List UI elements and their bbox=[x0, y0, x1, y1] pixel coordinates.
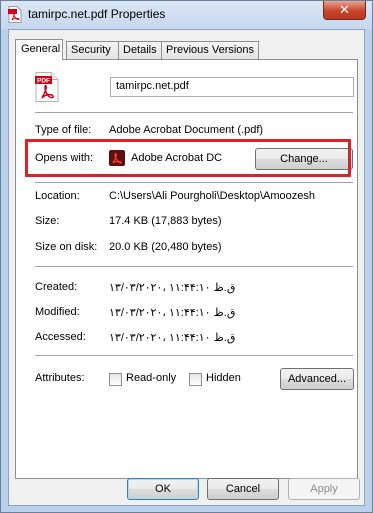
title-bar[interactable]: tamirpc.net.pdf Properties ✕ bbox=[1, 1, 372, 29]
pdf-file-icon bbox=[8, 6, 22, 23]
opens-with-highlight bbox=[25, 139, 351, 177]
divider bbox=[35, 182, 353, 184]
created-label: Created: bbox=[35, 281, 78, 293]
general-tab-page: PDF tamirpc.net.pdf Type of file: Adobe … bbox=[15, 59, 358, 479]
advanced-button[interactable]: Advanced... bbox=[280, 368, 354, 390]
file-name-field[interactable]: tamirpc.net.pdf bbox=[110, 77, 354, 97]
accessed-label: Accessed: bbox=[35, 331, 86, 343]
divider bbox=[35, 266, 353, 268]
ok-button[interactable]: OK bbox=[127, 478, 199, 500]
size-on-disk-value: 20.0 KB (20,480 bytes) bbox=[109, 241, 222, 253]
size-value: 17.4 KB (17,883 bytes) bbox=[109, 215, 222, 227]
hidden-checkbox[interactable] bbox=[189, 373, 202, 386]
read-only-label[interactable]: Read-only bbox=[126, 372, 176, 384]
tab-details[interactable]: Details bbox=[118, 41, 162, 59]
divider bbox=[35, 112, 353, 114]
close-button[interactable]: ✕ bbox=[323, 1, 366, 20]
read-only-checkbox[interactable] bbox=[109, 373, 122, 386]
modified-value: ۱۳/۰۳/۲۰۲۰، ق.ظ ۱۱:۴۴:۱۰ bbox=[109, 307, 236, 319]
size-on-disk-label: Size on disk: bbox=[35, 241, 98, 253]
apply-button[interactable]: Apply bbox=[288, 478, 360, 500]
pdf-file-icon: PDF bbox=[35, 72, 59, 102]
type-of-file-value: Adobe Acrobat Document (.pdf) bbox=[109, 124, 264, 136]
location-label: Location: bbox=[35, 190, 80, 202]
hidden-label[interactable]: Hidden bbox=[206, 372, 241, 384]
dialog-client: General Security Details Previous Versio… bbox=[8, 29, 365, 506]
attributes-label: Attributes: bbox=[35, 372, 85, 384]
tab-security[interactable]: Security bbox=[66, 41, 119, 59]
close-icon: ✕ bbox=[339, 2, 350, 17]
cancel-button[interactable]: Cancel bbox=[207, 478, 279, 500]
location-value: C:\Users\Ali Pourgholi\Desktop\Amoozesh bbox=[109, 190, 316, 202]
svg-text:PDF: PDF bbox=[37, 78, 50, 85]
created-value: ۱۳/۰۳/۲۰۲۰، ق.ظ ۱۱:۴۴:۱۰ bbox=[109, 282, 236, 294]
window-title: tamirpc.net.pdf Properties bbox=[28, 7, 166, 21]
accessed-value: ۱۳/۰۳/۲۰۲۰، ق.ظ ۱۱:۴۴:۱۰ bbox=[109, 332, 236, 344]
divider bbox=[35, 355, 353, 357]
size-label: Size: bbox=[35, 215, 60, 227]
properties-dialog: tamirpc.net.pdf Properties ✕ General Sec… bbox=[0, 0, 373, 513]
modified-label: Modified: bbox=[35, 306, 80, 318]
tab-general[interactable]: General bbox=[15, 39, 63, 60]
tab-previous-versions[interactable]: Previous Versions bbox=[161, 41, 259, 59]
type-of-file-label: Type of file: bbox=[35, 124, 92, 136]
